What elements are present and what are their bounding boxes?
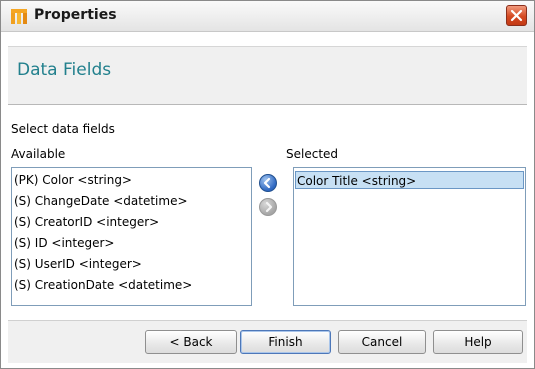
available-label: Available	[11, 147, 66, 161]
arrow-left-icon	[263, 177, 271, 189]
finish-button[interactable]: Finish	[240, 330, 331, 354]
list-item[interactable]: Color Title <string>	[295, 171, 524, 189]
cancel-button[interactable]: Cancel	[338, 330, 426, 354]
app-logo-icon	[11, 9, 27, 24]
content-area: Select data fields Available Selected (P…	[8, 105, 527, 320]
page-title: Data Fields	[17, 60, 112, 80]
selected-fields-list[interactable]: Color Title <string>	[293, 167, 526, 306]
add-field-button[interactable]	[259, 174, 277, 192]
list-item[interactable]: (S) CreationDate <datetime>	[14, 276, 192, 294]
arrow-right-icon	[265, 201, 273, 213]
list-item[interactable]: (S) CreatorID <integer>	[14, 213, 159, 231]
button-bar: < Back Finish Cancel Help	[8, 320, 527, 363]
list-item[interactable]: (S) ChangeDate <datetime>	[14, 192, 188, 210]
select-fields-prompt: Select data fields	[11, 122, 115, 136]
close-icon	[510, 9, 523, 22]
help-button[interactable]: Help	[433, 330, 523, 354]
close-button[interactable]	[506, 5, 527, 26]
list-item[interactable]: (S) ID <integer>	[14, 234, 114, 252]
back-button[interactable]: < Back	[145, 330, 237, 354]
available-fields-list[interactable]: (PK) Color <string> (S) ChangeDate <date…	[11, 167, 252, 306]
selected-label: Selected	[286, 147, 339, 161]
window-title: Properties	[34, 7, 117, 23]
remove-field-button[interactable]	[259, 198, 277, 216]
title-bar[interactable]: Properties	[1, 1, 534, 32]
list-item[interactable]: (PK) Color <string>	[14, 171, 132, 189]
properties-dialog: Properties Data Fields Select data field…	[0, 0, 535, 369]
list-item[interactable]: (S) UserID <integer>	[14, 255, 142, 273]
page-header: Data Fields	[8, 47, 527, 104]
